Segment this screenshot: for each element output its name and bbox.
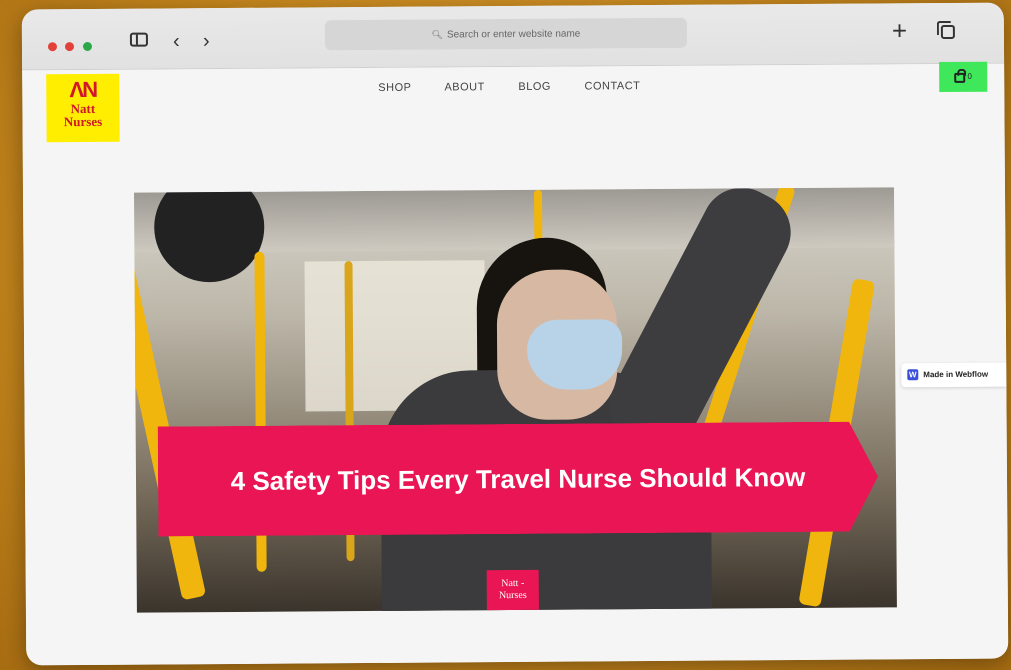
logo-line-2: Nurses xyxy=(63,113,103,130)
logo-mark-icon: ΛN xyxy=(69,76,97,103)
made-in-webflow-badge[interactable]: W Made in Webflow xyxy=(901,362,1007,388)
face-mask xyxy=(526,319,623,390)
bus-light-fixture xyxy=(153,187,265,283)
zoom-window-button[interactable] xyxy=(82,41,93,52)
webflow-label: Made in Webflow xyxy=(923,369,989,380)
cart-button[interactable]: 0 xyxy=(939,61,988,93)
main-nav: SHOP ABOUT BLOG CONTACT xyxy=(378,80,670,94)
close-window-button[interactable] xyxy=(47,42,58,52)
shopping-bag-icon xyxy=(954,72,966,83)
minimize-window-button[interactable] xyxy=(64,42,75,52)
tab-overview-icon[interactable] xyxy=(940,24,955,40)
browser-window: ‹ › 🔍︎ Search or enter website name + ΛN … xyxy=(21,2,1009,666)
hero-brand-badge: Natt - Nurses xyxy=(486,569,539,613)
badge-line-2: Nurses xyxy=(498,589,527,602)
nav-contact[interactable]: CONTACT xyxy=(584,80,640,92)
back-arrow-icon[interactable]: ‹ xyxy=(173,30,180,52)
cart-count: 0 xyxy=(967,71,972,81)
hero-title-banner: 4 Safety Tips Every Travel Nurse Should … xyxy=(158,421,879,536)
nav-about[interactable]: ABOUT xyxy=(444,81,484,93)
badge-line-1: Natt - xyxy=(501,577,525,590)
hero-image[interactable]: 4 Safety Tips Every Travel Nurse Should … xyxy=(134,187,897,613)
address-bar-placeholder: Search or enter website name xyxy=(446,28,581,41)
sidebar-toggle-icon[interactable] xyxy=(129,32,148,47)
nav-shop[interactable]: SHOP xyxy=(378,82,411,94)
web-page: ΛN Natt Nurses SHOP ABOUT BLOG CONTACT 0 xyxy=(22,61,1009,666)
webflow-icon: W xyxy=(907,369,919,381)
address-bar[interactable]: 🔍︎ Search or enter website name xyxy=(324,17,688,51)
site-logo[interactable]: ΛN Natt Nurses xyxy=(46,73,120,143)
browser-toolbar: ‹ › 🔍︎ Search or enter website name + xyxy=(21,2,1005,71)
new-tab-icon[interactable]: + xyxy=(892,15,907,45)
search-icon: 🔍︎ xyxy=(431,29,443,40)
hero-title: 4 Safety Tips Every Travel Nurse Should … xyxy=(230,461,806,496)
nav-blog[interactable]: BLOG xyxy=(518,81,551,93)
forward-arrow-icon[interactable]: › xyxy=(203,30,210,52)
